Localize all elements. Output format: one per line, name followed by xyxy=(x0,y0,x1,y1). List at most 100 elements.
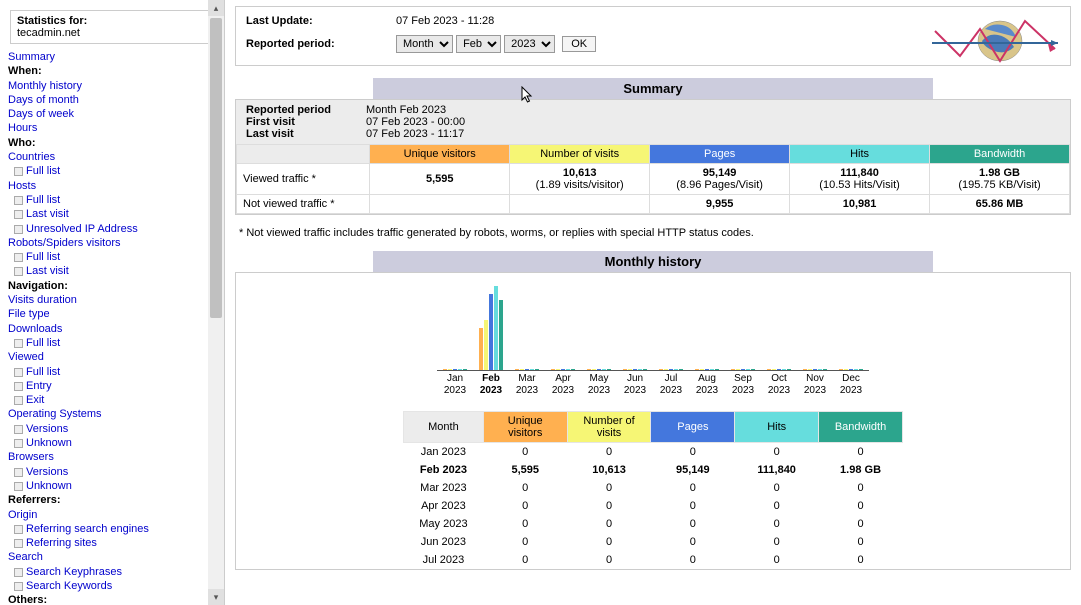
period-type-select[interactable]: Month xyxy=(396,35,453,53)
cell-ht: 0 xyxy=(735,551,819,569)
notviewed-traffic-label: Not viewed traffic * xyxy=(237,195,370,214)
nav-keywords[interactable]: Search Keywords xyxy=(8,579,224,593)
month-cell: Jun2023 xyxy=(617,285,653,397)
cell-uv: 0 xyxy=(483,551,567,569)
nav-os-versions[interactable]: Versions xyxy=(8,422,224,436)
nav-monthly-history[interactable]: Monthly history xyxy=(8,79,224,93)
cell-bw: 1.98 GB xyxy=(819,461,903,479)
cell-pg: 0 xyxy=(651,551,735,569)
bar-pg xyxy=(633,369,637,370)
table-row: Feb 20235,59510,61395,149111,8401.98 GB xyxy=(404,461,903,479)
col-pg: Pages xyxy=(650,145,790,164)
bar-ht xyxy=(530,369,534,370)
nav-downloads-full[interactable]: Full list xyxy=(8,336,224,350)
nav-os[interactable]: Operating Systems xyxy=(8,407,224,421)
mcol-pg: Pages xyxy=(651,412,735,443)
nav-ref-sites[interactable]: Referring sites xyxy=(8,536,224,550)
cell-bw: 0 xyxy=(819,443,903,462)
cell-bw: 0 xyxy=(819,515,903,533)
cell-nv: 0 xyxy=(567,533,651,551)
bar-uv xyxy=(587,369,591,370)
nav-robots[interactable]: Robots/Spiders visitors xyxy=(8,236,224,250)
scroll-up-icon[interactable]: ▴ xyxy=(208,0,224,16)
nav-robots-full[interactable]: Full list xyxy=(8,250,224,264)
viewed-uv: 5,595 xyxy=(426,173,454,185)
bar-pg xyxy=(597,369,601,370)
cell-month: Jan 2023 xyxy=(404,443,484,462)
bar-pg xyxy=(813,369,817,370)
nav-hosts[interactable]: Hosts xyxy=(8,179,224,193)
nav-days-of-month[interactable]: Days of month xyxy=(8,93,224,107)
scroll-down-icon[interactable]: ▾ xyxy=(208,589,224,605)
cell-pg: 0 xyxy=(651,479,735,497)
nav-ref-engines[interactable]: Referring search engines xyxy=(8,522,224,536)
last-visit-value: 07 Feb 2023 - 11:17 xyxy=(366,128,464,140)
cell-nv: 0 xyxy=(567,479,651,497)
bar-uv xyxy=(731,369,735,370)
table-row: Jul 202300000 xyxy=(404,551,903,569)
cell-nv: 0 xyxy=(567,497,651,515)
nav-days-of-week[interactable]: Days of week xyxy=(8,107,224,121)
bar-nv xyxy=(772,369,776,370)
nav-hosts-unresolvedip[interactable]: Unresolved IP Address xyxy=(8,222,224,236)
nav-viewed-full[interactable]: Full list xyxy=(8,365,224,379)
nav-visits-duration[interactable]: Visits duration xyxy=(8,293,224,307)
cell-month: Apr 2023 xyxy=(404,497,484,515)
nav-hours[interactable]: Hours xyxy=(8,121,224,135)
cell-pg: 95,149 xyxy=(651,461,735,479)
nav-viewed-exit[interactable]: Exit xyxy=(8,393,224,407)
bar-ht xyxy=(602,369,606,370)
monthly-title: Monthly history xyxy=(373,251,933,272)
table-row: Jan 202300000 xyxy=(404,443,903,462)
nav-summary[interactable]: Summary xyxy=(8,50,224,64)
bar-bw xyxy=(679,369,683,370)
nav-robots-lastvisit[interactable]: Last visit xyxy=(8,264,224,278)
nav-browsers-versions[interactable]: Versions xyxy=(8,465,224,479)
nav-file-type[interactable]: File type xyxy=(8,307,224,321)
cell-ht: 0 xyxy=(735,533,819,551)
nav-downloads[interactable]: Downloads xyxy=(8,322,224,336)
nav-keyphrases[interactable]: Search Keyphrases xyxy=(8,565,224,579)
nav-search[interactable]: Search xyxy=(8,550,224,564)
nav-countries-full[interactable]: Full list xyxy=(8,164,224,178)
table-row: May 202300000 xyxy=(404,515,903,533)
last-update-label: Last Update: xyxy=(246,15,396,27)
scroll-thumb[interactable] xyxy=(210,18,222,318)
bar-pg xyxy=(849,369,853,370)
bar-bw xyxy=(499,300,503,370)
viewed-nv-sub: (1.89 visits/visitor) xyxy=(536,179,624,191)
nav-browsers[interactable]: Browsers xyxy=(8,450,224,464)
nav-origin[interactable]: Origin xyxy=(8,508,224,522)
cell-nv: 0 xyxy=(567,515,651,533)
year-select[interactable]: 2023 xyxy=(504,35,555,53)
bar-nv xyxy=(592,369,596,370)
nav-countries[interactable]: Countries xyxy=(8,150,224,164)
summary-title: Summary xyxy=(373,78,933,99)
sidebar: Statistics for: tecadmin.net Summary Whe… xyxy=(0,0,225,605)
month-cell: Nov2023 xyxy=(797,285,833,397)
cell-nv: 0 xyxy=(567,551,651,569)
last-visit-label: Last visit xyxy=(246,128,366,140)
nav-who-header: Who: xyxy=(8,136,224,150)
nav-os-unknown[interactable]: Unknown xyxy=(8,436,224,450)
sidebar-scrollbar[interactable]: ▴ ▾ xyxy=(208,0,224,605)
bar-bw xyxy=(571,369,575,370)
nav-hosts-lastvisit[interactable]: Last visit xyxy=(8,207,224,221)
bar-uv xyxy=(659,369,663,370)
bar-ht xyxy=(746,369,750,370)
month-cell: Jan2023 xyxy=(437,285,473,397)
bar-uv xyxy=(767,369,771,370)
month-select[interactable]: Feb xyxy=(456,35,501,53)
monthly-panel: Jan2023Feb2023Mar2023Apr2023May2023Jun20… xyxy=(235,272,1071,570)
viewed-pg-sub: (8.96 Pages/Visit) xyxy=(676,179,763,191)
bar-nv xyxy=(484,320,488,370)
notviewed-bw: 65.86 MB xyxy=(930,195,1070,214)
nav-navigation-header: Navigation: xyxy=(8,279,224,293)
nav-viewed[interactable]: Viewed xyxy=(8,350,224,364)
nav-hosts-full[interactable]: Full list xyxy=(8,193,224,207)
first-visit-label: First visit xyxy=(246,116,366,128)
ok-button[interactable]: OK xyxy=(562,36,596,52)
reported-period-label: Reported period xyxy=(246,104,366,116)
nav-viewed-entry[interactable]: Entry xyxy=(8,379,224,393)
nav-browsers-unknown[interactable]: Unknown xyxy=(8,479,224,493)
